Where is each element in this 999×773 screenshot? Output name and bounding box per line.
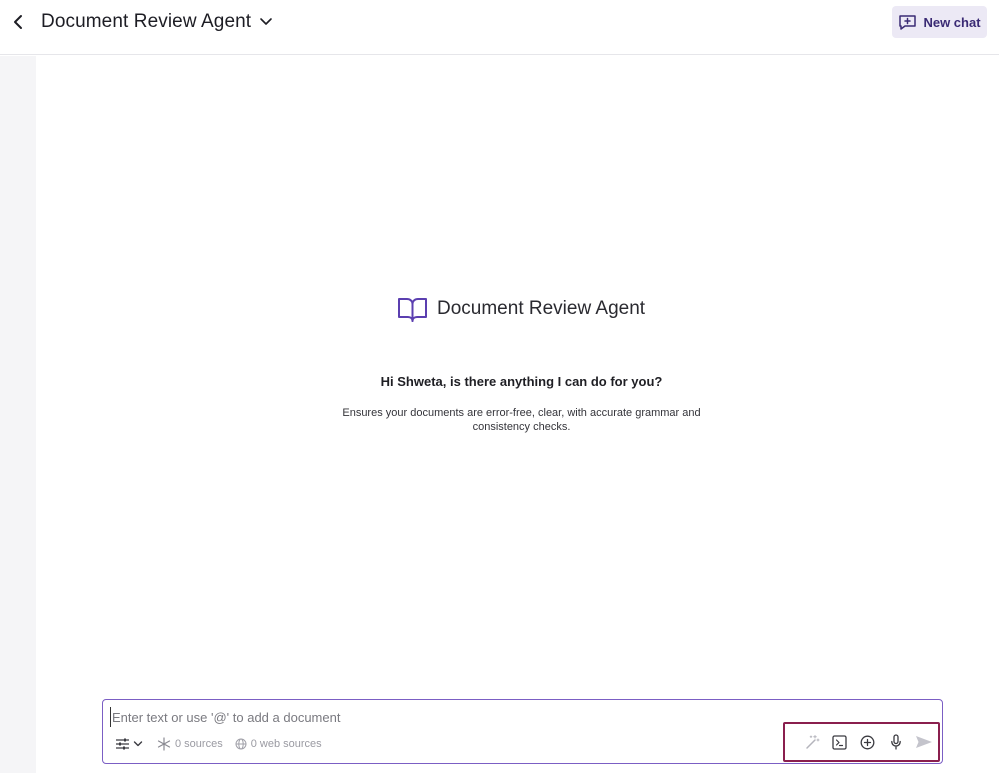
web-sources-label: 0 web sources [250, 738, 322, 750]
web-sources-chip[interactable]: 0 web sources [235, 738, 322, 750]
plus-circle-icon [860, 735, 875, 749]
add-attachment-button[interactable] [858, 733, 877, 752]
page-title: Document Review Agent [41, 11, 252, 32]
agent-selector[interactable]: Document Review Agent [41, 11, 273, 33]
greeting-text: Hi Shweta, is there anything I can do fo… [380, 374, 663, 389]
terminal-button[interactable] [830, 733, 849, 752]
left-rail [0, 56, 36, 773]
chevron-left-icon [14, 15, 22, 29]
sliders-icon [116, 738, 129, 750]
agent-description: Ensures your documents are error-free, c… [342, 407, 701, 433]
app-header: Document Review Agent New chat [0, 0, 999, 55]
composer-actions-highlight [783, 722, 940, 762]
sources-label: 0 sources [175, 738, 223, 750]
magic-button[interactable] [802, 733, 821, 752]
globe-icon [235, 738, 247, 750]
new-chat-label: New chat [923, 14, 981, 30]
agent-heading: Document Review Agent [397, 295, 645, 323]
send-icon [915, 736, 932, 748]
sources-chip[interactable]: 0 sources [157, 737, 223, 751]
chevron-down-icon [259, 17, 273, 27]
microphone-icon [890, 734, 901, 750]
chat-composer: 0 sources 0 web sources [102, 699, 943, 764]
sparkle-icon [157, 737, 171, 751]
back-button[interactable] [8, 12, 28, 32]
chat-input[interactable] [110, 707, 710, 727]
filter-button[interactable] [115, 738, 143, 750]
message-plus-icon [899, 14, 917, 30]
magic-wand-icon [805, 735, 819, 749]
agent-name: Document Review Agent [437, 298, 646, 319]
terminal-icon [832, 734, 847, 750]
chevron-down-icon [133, 741, 143, 747]
book-open-icon [398, 297, 427, 322]
new-chat-button[interactable]: New chat [892, 6, 987, 38]
send-button[interactable] [914, 733, 933, 752]
microphone-button[interactable] [886, 733, 905, 752]
composer-left-tools: 0 sources 0 web sources [115, 736, 334, 752]
